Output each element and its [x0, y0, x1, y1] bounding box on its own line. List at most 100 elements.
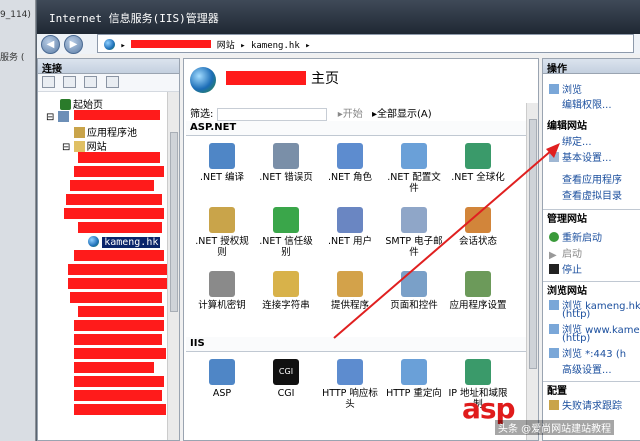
feature-net-compile[interactable]: .NET 编译 — [192, 143, 252, 183]
tree-site-kameng[interactable]: kameng.hk — [88, 236, 161, 248]
back-button[interactable]: ◀ — [41, 35, 60, 54]
feature-app-settings[interactable]: 应用程序设置 — [448, 271, 508, 311]
redacted-block — [66, 194, 162, 205]
sites-folder-icon — [73, 141, 85, 152]
page-title: 主页 — [311, 71, 339, 87]
feature-label: .NET 角色 — [328, 172, 372, 183]
home-scrollbar[interactable] — [526, 103, 538, 440]
http-redirect-icon — [401, 359, 427, 385]
feature-providers[interactable]: 提供程序 — [320, 271, 380, 311]
filter-label: 筛选: — [190, 109, 214, 120]
feature-net-users[interactable]: .NET 用户 — [320, 207, 380, 247]
window-title: Internet 信息服务(IIS)管理器 — [37, 0, 640, 34]
breadcrumb-sep-icon: ▸ — [305, 41, 311, 51]
action-bindings[interactable]: 绑定... — [562, 133, 592, 148]
site-globe-icon — [88, 236, 99, 247]
action-browse-443[interactable]: 浏览 *:443 (h — [549, 345, 626, 360]
tree-app-pools[interactable]: 应用程序池 — [74, 124, 137, 139]
net-compile-icon — [209, 143, 235, 169]
feature-label: .NET 授权规则 — [195, 236, 249, 258]
feature-pages[interactable]: 页面和控件 — [384, 271, 444, 311]
collapse-icon[interactable]: ⊟ — [62, 142, 70, 153]
action-basic-settings[interactable]: 基本设置... — [549, 149, 612, 164]
connections-header: 连接 — [38, 59, 179, 75]
feature-net-globalization[interactable]: .NET 全球化 — [448, 143, 508, 183]
machine-key-icon — [209, 271, 235, 297]
cgi-icon: CGI — [273, 359, 299, 385]
net-globalization-icon — [465, 143, 491, 169]
disconnect-icon[interactable] — [105, 76, 119, 88]
app-settings-icon — [465, 271, 491, 297]
scrollbar-thumb[interactable] — [529, 119, 537, 369]
connect-icon[interactable] — [42, 76, 55, 88]
redacted-block — [74, 166, 164, 177]
feature-smtp[interactable]: SMTP 电子邮件 — [384, 207, 444, 258]
action-edit-permissions[interactable]: 编辑权限... — [562, 96, 612, 111]
action-view-vdirs[interactable]: 查看虚拟目录 — [562, 187, 622, 202]
net-roles-icon — [337, 143, 363, 169]
redacted-block — [131, 40, 212, 48]
feature-label: HTTP 响应标头 — [322, 388, 378, 410]
start-page-icon — [60, 99, 71, 110]
address-path[interactable]: ▸ 网站 ▸ kameng.hk ▸ — [97, 34, 634, 53]
up-icon[interactable] — [84, 76, 98, 88]
redacted-block — [74, 404, 166, 415]
config-header: 配置 — [543, 381, 640, 397]
collapse-icon[interactable]: ⊟ — [46, 112, 54, 123]
feature-cgi[interactable]: CGI CGI — [256, 359, 316, 399]
redacted-block — [74, 362, 154, 373]
home-header: 主页 — [184, 59, 538, 99]
background-window: 9_114) 服务 ( — [0, 0, 36, 441]
breadcrumb-site[interactable]: kameng.hk — [251, 41, 300, 51]
action-browse-kameng-proto[interactable]: (http) — [562, 309, 590, 320]
action-failed-request-tracing[interactable]: 失败请求跟踪 — [549, 397, 622, 412]
browse-icon — [549, 348, 559, 358]
redacted-block — [78, 306, 164, 317]
stop-icon — [549, 264, 559, 274]
action-browse[interactable]: 浏览 — [549, 81, 582, 96]
action-advanced-settings[interactable]: 高级设置... — [562, 361, 612, 376]
forward-button[interactable]: ▶ — [64, 35, 83, 54]
server-icon — [57, 111, 69, 122]
connections-scrollbar[interactable] — [167, 92, 179, 440]
iis-manager-window: Internet 信息服务(IIS)管理器 ◀ ▶ ▸ 网站 ▸ kameng.… — [36, 0, 640, 441]
tree-start-page[interactable]: 起始页 — [60, 96, 103, 111]
redacted-block — [74, 250, 164, 261]
show-all-button[interactable]: ▸全部显示(A) — [372, 109, 432, 120]
feature-session[interactable]: 会话状态 — [448, 207, 508, 247]
feature-http-headers[interactable]: HTTP 响应标头 — [320, 359, 380, 410]
feature-net-trust[interactable]: .NET 信任级别 — [256, 207, 316, 258]
action-start[interactable]: ▶ 启动 — [549, 245, 582, 261]
tree-server[interactable]: ⊟ — [46, 110, 160, 123]
section-iis[interactable]: IIS — [186, 337, 526, 352]
start-button[interactable]: ▸开始 — [338, 109, 363, 120]
feature-machine-key[interactable]: 计算机密钥 — [192, 271, 252, 311]
save-icon[interactable] — [63, 76, 77, 88]
tree-sites[interactable]: ⊟ 网站 — [62, 138, 107, 153]
feature-net-auth[interactable]: .NET 授权规则 — [192, 207, 252, 258]
action-restart[interactable]: 重新启动 — [549, 229, 602, 244]
redacted-block — [226, 71, 306, 85]
net-error-icon — [273, 143, 299, 169]
site-globe-icon — [190, 67, 216, 93]
action-view-apps[interactable]: 查看应用程序 — [562, 171, 622, 186]
action-stop[interactable]: 停止 — [549, 261, 582, 276]
bg-window-text: 9_114) — [0, 10, 31, 20]
redacted-block — [74, 320, 164, 331]
breadcrumb-sites[interactable]: 网站 — [217, 41, 235, 51]
feature-net-error[interactable]: .NET 错误页 — [256, 143, 316, 183]
feature-label: 应用程序设置 — [449, 300, 507, 311]
feature-conn-string[interactable]: 连接字符串 — [256, 271, 316, 311]
feature-http-redirect[interactable]: HTTP 重定向 — [384, 359, 444, 399]
restart-icon — [549, 232, 559, 242]
browse-icon — [549, 300, 559, 310]
section-aspnet[interactable]: ASP.NET — [186, 121, 526, 136]
action-browse-www-proto[interactable]: (http) — [562, 333, 590, 344]
feature-label: .NET 用户 — [328, 236, 372, 247]
scrollbar-thumb[interactable] — [170, 132, 178, 312]
feature-net-profile[interactable]: .NET 配置文件 — [384, 143, 444, 194]
feature-asp[interactable]: ASP — [192, 359, 252, 399]
feature-net-roles[interactable]: .NET 角色 — [320, 143, 380, 183]
filter-input[interactable] — [216, 107, 327, 121]
redacted-block — [70, 292, 162, 303]
